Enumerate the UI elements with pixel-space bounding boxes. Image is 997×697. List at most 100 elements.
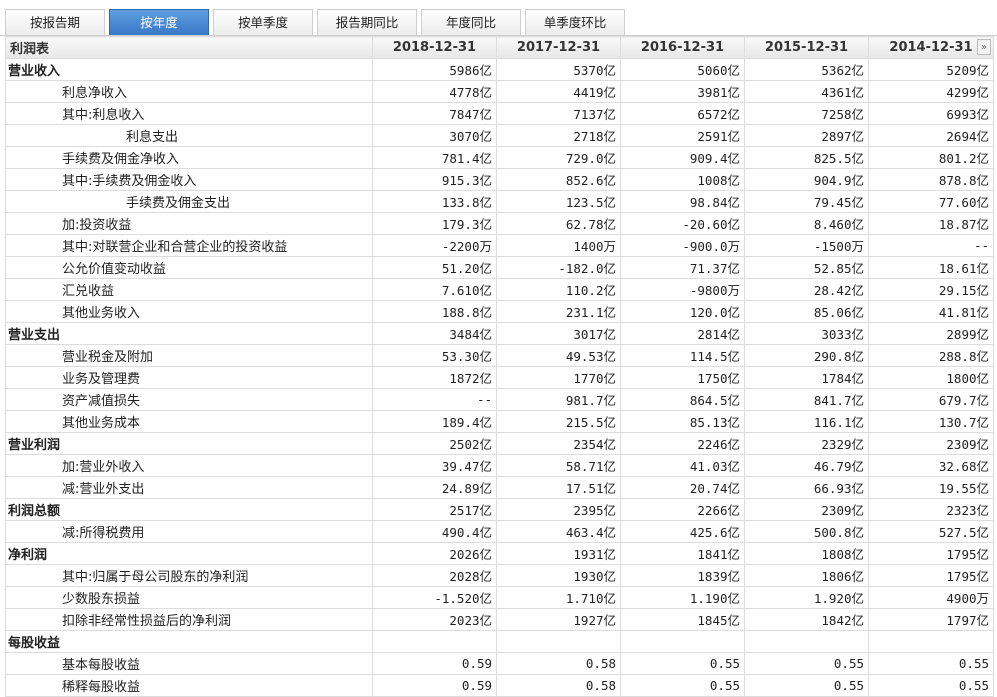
row-label: 减:所得税费用	[5, 520, 373, 543]
table-row: 汇兑收益 7.610亿 110.2亿 -9800万 28.42亿 29.15亿	[5, 278, 994, 301]
table-row: 手续费及佣金支出 133.8亿 123.5亿 98.84亿 79.45亿 77.60亿	[5, 190, 994, 213]
row-value: 1808亿	[744, 542, 869, 565]
tab-5[interactable]: 单季度环比	[525, 9, 625, 35]
row-value: 4419亿	[496, 80, 621, 103]
period-tabs: 按报告期 按年度 按单季度 报告期同比 年度同比 单季度环比	[5, 9, 629, 36]
row-value: 52.85亿	[744, 256, 869, 279]
row-value	[496, 630, 621, 653]
table-row: 其他业务收入 188.8亿 231.1亿 120.0亿 85.06亿 41.81亿	[5, 300, 994, 323]
row-value: 2591亿	[620, 124, 745, 147]
tab-1[interactable]: 按年度	[109, 9, 209, 35]
row-value: 2502亿	[372, 432, 497, 455]
row-label: 扣除非经常性损益后的净利润	[5, 608, 373, 631]
row-label: 利息净收入	[5, 80, 373, 103]
row-value: 130.7亿	[868, 410, 994, 433]
table-row: 减:所得税费用 490.4亿 463.4亿 425.6亿 500.8亿 527.5亿	[5, 520, 994, 543]
row-value: 4361亿	[744, 80, 869, 103]
tab-4[interactable]: 年度同比	[421, 9, 521, 35]
tab-2[interactable]: 按单季度	[213, 9, 313, 35]
row-value: 2897亿	[744, 124, 869, 147]
row-value: 825.5亿	[744, 146, 869, 169]
row-label: 资产减值损失	[5, 388, 373, 411]
row-value: 1800亿	[868, 366, 994, 389]
row-value: 2517亿	[372, 498, 497, 521]
table-header-row: 利润表 2018-12-31 2017-12-31 2016-12-31 201…	[5, 36, 994, 59]
table-row: 稀释每股收益 0.59 0.58 0.55 0.55 0.55	[5, 674, 994, 697]
row-value: 6993亿	[868, 102, 994, 125]
row-value: 1845亿	[620, 608, 745, 631]
row-value: 425.6亿	[620, 520, 745, 543]
row-value: 0.58	[496, 652, 621, 675]
row-label: 营业利润	[5, 432, 373, 455]
row-label: 业务及管理费	[5, 366, 373, 389]
row-value: 2329亿	[744, 432, 869, 455]
row-value: 2395亿	[496, 498, 621, 521]
tab-0[interactable]: 按报告期	[5, 9, 105, 35]
table-row: 少数股东损益 -1.520亿 1.710亿 1.190亿 1.920亿 4900万	[5, 586, 994, 609]
table-row: 利润总额 2517亿 2395亿 2266亿 2309亿 2323亿	[5, 498, 994, 521]
row-value: -1.520亿	[372, 586, 497, 609]
row-value: 1784亿	[744, 366, 869, 389]
column-header-2014[interactable]: 2014-12-31 »	[868, 36, 994, 59]
row-value: 18.87亿	[868, 212, 994, 235]
table-row: 其中:归属于母公司股东的净利润 2028亿 1930亿 1839亿 1806亿 1795亿	[5, 564, 994, 587]
tab-3[interactable]: 报告期同比	[317, 9, 417, 35]
table-row: 基本每股收益 0.59 0.58 0.55 0.55 0.55	[5, 652, 994, 675]
row-value: 39.47亿	[372, 454, 497, 477]
row-value: 463.4亿	[496, 520, 621, 543]
table-row: 手续费及佣金净收入 781.4亿 729.0亿 909.4亿 825.5亿 801.2亿	[5, 146, 994, 169]
row-value: 71.37亿	[620, 256, 745, 279]
row-value	[744, 630, 869, 653]
row-value: 7.610亿	[372, 278, 497, 301]
row-value: 729.0亿	[496, 146, 621, 169]
row-value: 58.71亿	[496, 454, 621, 477]
double-chevron-right-icon[interactable]: »	[977, 39, 991, 55]
row-value: 0.55	[744, 652, 869, 675]
row-value: 2026亿	[372, 542, 497, 565]
column-header-2018[interactable]: 2018-12-31	[372, 36, 497, 59]
row-value: 801.2亿	[868, 146, 994, 169]
row-value: 51.20亿	[372, 256, 497, 279]
row-value: 2694亿	[868, 124, 994, 147]
row-value: -900.0万	[620, 234, 745, 257]
row-value	[372, 630, 497, 653]
row-label: 利息支出	[5, 124, 373, 147]
row-value: 1841亿	[620, 542, 745, 565]
row-value: 231.1亿	[496, 300, 621, 323]
row-value: 2266亿	[620, 498, 745, 521]
row-value: 32.68亿	[868, 454, 994, 477]
table-row: 营业收入 5986亿 5370亿 5060亿 5362亿 5209亿	[5, 58, 994, 81]
row-value: 215.5亿	[496, 410, 621, 433]
row-value: 1008亿	[620, 168, 745, 191]
row-value: 852.6亿	[496, 168, 621, 191]
row-value	[868, 630, 994, 653]
column-header-2016[interactable]: 2016-12-31	[620, 36, 745, 59]
column-header-2015[interactable]: 2015-12-31	[744, 36, 869, 59]
row-value: 7258亿	[744, 102, 869, 125]
row-value: 98.84亿	[620, 190, 745, 213]
row-value: 1839亿	[620, 564, 745, 587]
row-label: 加:营业外收入	[5, 454, 373, 477]
table-row: 加:营业外收入 39.47亿 58.71亿 41.03亿 46.79亿 32.68亿	[5, 454, 994, 477]
row-value: 490.4亿	[372, 520, 497, 543]
row-value: 5986亿	[372, 58, 497, 81]
row-value: -2200万	[372, 234, 497, 257]
row-value: 1927亿	[496, 608, 621, 631]
row-value: 679.7亿	[868, 388, 994, 411]
table-row: 业务及管理费 1872亿 1770亿 1750亿 1784亿 1800亿	[5, 366, 994, 389]
row-value: 24.89亿	[372, 476, 497, 499]
row-value: 133.8亿	[372, 190, 497, 213]
row-value: 77.60亿	[868, 190, 994, 213]
table-row: 资产减值损失 -- 981.7亿 864.5亿 841.7亿 679.7亿	[5, 388, 994, 411]
row-value: 66.93亿	[744, 476, 869, 499]
row-value: 981.7亿	[496, 388, 621, 411]
row-label: 其中:利息收入	[5, 102, 373, 125]
row-value: 1842亿	[744, 608, 869, 631]
row-value: 110.2亿	[496, 278, 621, 301]
table-row: 其他业务成本 189.4亿 215.5亿 85.13亿 116.1亿 130.7亿	[5, 410, 994, 433]
column-header-2017[interactable]: 2017-12-31	[496, 36, 621, 59]
row-value: 0.55	[620, 652, 745, 675]
row-value: 179.3亿	[372, 212, 497, 235]
row-value: 0.55	[620, 674, 745, 697]
row-value: 3484亿	[372, 322, 497, 345]
